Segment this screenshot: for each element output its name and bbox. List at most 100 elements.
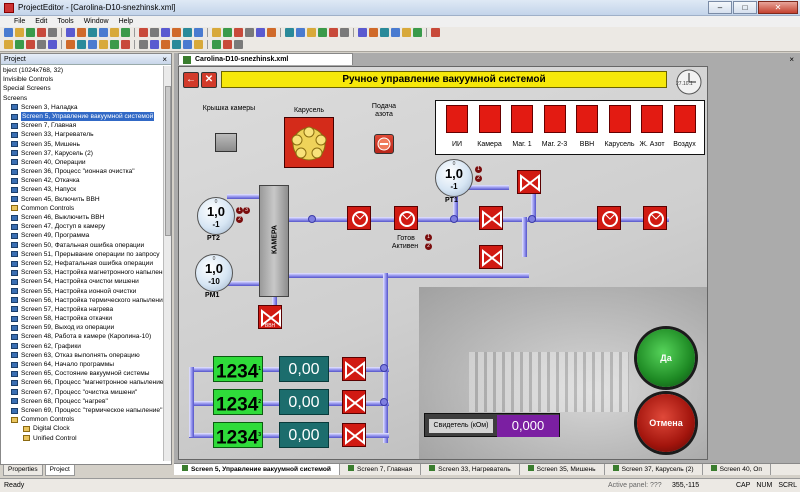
tree-item[interactable]: Common Controls [1,415,164,424]
toolbar-button-icon[interactable] [194,28,203,37]
toolbar-button-icon[interactable] [4,28,13,37]
toolbar-button-icon[interactable] [77,40,86,49]
toolbar-button-icon[interactable] [183,28,192,37]
tree-item[interactable]: Unified Control [1,434,164,443]
tree-scrollbar[interactable] [163,66,171,461]
toolbar-button-icon[interactable] [172,28,181,37]
toolbar-button-icon[interactable] [223,28,232,37]
tree-item[interactable]: Screen 36, Процесс "ионная очистка" [1,167,164,176]
toolbar-button-icon[interactable] [380,28,389,37]
toolbar-button-icon[interactable] [212,28,221,37]
chamber[interactable]: КАМЕРА [259,185,289,297]
tree-item[interactable]: Screen 65, Состояние вакуумной системы [1,369,164,378]
tree-item[interactable]: Digital Clock [1,424,164,433]
tree-item[interactable]: Screen 59, Выход из операции [1,323,164,332]
toolbar-button-icon[interactable] [234,28,243,37]
tree-item[interactable]: Screen 54, Настройка очистки мишени [1,277,164,286]
toolbar-button-icon[interactable] [88,40,97,49]
toolbar-button-icon[interactable] [48,40,57,49]
tree-item[interactable]: Screen 46, Выключить ВВН [1,213,164,222]
back-button[interactable]: ← [183,72,199,88]
tree-item[interactable]: Screen 68, Процесс "нагрев" [1,397,164,406]
toolbar-button-icon[interactable] [15,40,24,49]
toolbar-button-icon[interactable] [183,40,192,49]
screen-tab[interactable]: Screen 35, Мишень [520,464,605,475]
menu-edit[interactable]: Edit [35,16,47,27]
toolbar-button-icon[interactable] [431,28,440,37]
tree-item[interactable]: bject (1024x768, 32) [1,66,164,75]
tree-item[interactable]: Screen 45, Включить ВВН [1,195,164,204]
toolbar-button-icon[interactable] [66,28,75,37]
toolbar-button-icon[interactable] [110,40,119,49]
toolbar-button-icon[interactable] [66,40,75,49]
toolbar-button-icon[interactable] [110,28,119,37]
toolbar-button-icon[interactable] [37,28,46,37]
tab-properties[interactable]: Properties [3,465,43,476]
toolbar-button-icon[interactable] [48,28,57,37]
yes-button[interactable]: Да [637,329,695,387]
tree-item[interactable]: Screen 52, Нефатальная ошибка операции [1,259,164,268]
tree-item[interactable]: Screen 7, Главная [1,121,164,130]
toolbar-button-icon[interactable] [245,28,254,37]
toolbar-button-icon[interactable] [77,28,86,37]
tree-item[interactable]: Screen 43, Напуск [1,185,164,194]
tree-item[interactable]: Screen 50, Фатальная ошибка операции [1,241,164,250]
toolbar-button-icon[interactable] [172,40,181,49]
toolbar-button-icon[interactable] [161,28,170,37]
toolbar-button-icon[interactable] [318,28,327,37]
toolbar-button-icon[interactable] [139,28,148,37]
tree-item[interactable]: Screen 5, Управление вакуумной системой [1,111,164,122]
menu-tools[interactable]: Tools [57,16,73,27]
gate-valve[interactable] [342,390,366,414]
gauge-pt1[interactable]: 0 1,0 -1 [435,159,473,197]
gate-valve[interactable] [342,357,366,381]
toolbar-button-icon[interactable] [26,40,35,49]
tree-item[interactable]: Screen 51, Прерывание операции по запрос… [1,250,164,259]
toolbar-button-icon[interactable] [285,28,294,37]
close-button[interactable]: ✕ [758,1,798,14]
toolbar-button-icon[interactable] [99,28,108,37]
screen-tab[interactable]: Screen 40, Оп [703,464,771,475]
tree-item[interactable]: Screen 58, Настройка откачки [1,314,164,323]
toolbar-button-icon[interactable] [194,40,203,49]
tree-item[interactable]: Screen 47, Доступ в камеру [1,222,164,231]
cancel-big-button[interactable]: Отмена [637,394,695,452]
toolbar-button-icon[interactable] [329,28,338,37]
toolbar-button-icon[interactable] [223,40,232,49]
minimize-button[interactable]: – [708,1,732,14]
screen-tab[interactable]: Screen 5, Управление вакуумной системой [174,464,340,475]
tree-item[interactable]: Screen 63, Отказ выполнять операцию [1,351,164,360]
gate-valve[interactable] [479,206,503,230]
tree-item[interactable]: Screen 55, Настройка ионной очистки [1,287,164,296]
lid-button[interactable] [215,133,237,152]
toolbar-button-icon[interactable] [358,28,367,37]
carousel-button[interactable] [284,117,334,168]
toolbar-button-icon[interactable] [121,28,130,37]
toolbar-button-icon[interactable] [139,40,148,49]
tree-item[interactable]: Screen 35, Мишень [1,140,164,149]
menu-file[interactable]: File [14,16,25,27]
tree-item[interactable]: Screen 69, Процесс "термическое напылени… [1,406,164,415]
screen-tab[interactable]: Screen 7, Главная [340,464,422,475]
close-icon[interactable]: × [162,54,171,64]
toolbar-button-icon[interactable] [37,40,46,49]
toolbar-button-icon[interactable] [234,40,243,49]
document-tab[interactable]: Carolina-D10-snezhinsk.xml [178,53,353,65]
tree-item[interactable]: Screen 49, Программа [1,231,164,240]
gate-valve[interactable] [342,423,366,447]
toolbar-button-icon[interactable] [256,28,265,37]
tree-item[interactable]: Screen 62, Графики [1,342,164,351]
tree-item[interactable]: Screen 33, Нагреватель [1,130,164,139]
toolbar-button-icon[interactable] [15,28,24,37]
menu-window[interactable]: Window [84,16,109,27]
tree-item[interactable]: Screen 42, Откачка [1,176,164,185]
tree-item[interactable]: Screen 64, Начало программы [1,360,164,369]
toolbar-button-icon[interactable] [26,28,35,37]
toolbar-button-icon[interactable] [296,28,305,37]
gate-valve[interactable] [517,170,541,194]
tree-item[interactable]: Screen 53, Настройка магнетронного напыл… [1,268,164,277]
toolbar-button-icon[interactable] [88,28,97,37]
toolbar-button-icon[interactable] [161,40,170,49]
screen-tab[interactable]: Screen 33, Нагреватель [421,464,520,475]
toolbar-button-icon[interactable] [340,28,349,37]
